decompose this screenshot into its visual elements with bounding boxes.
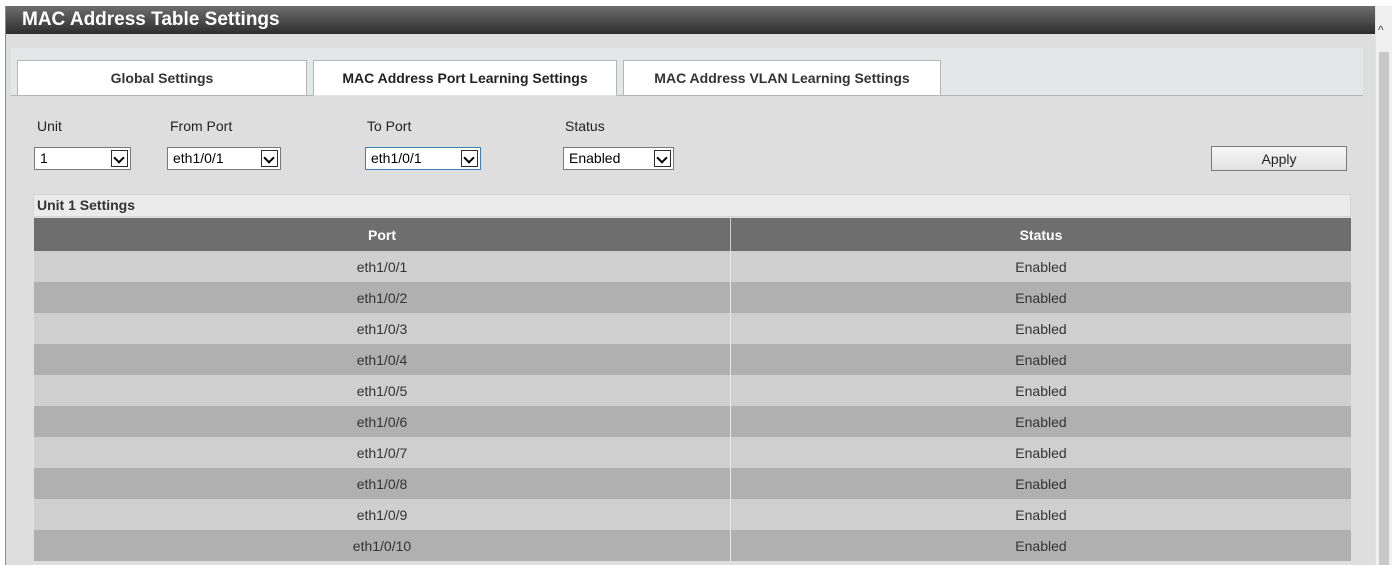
table-row: eth1/0/6 Enabled <box>34 406 1351 437</box>
from-port-label: From Port <box>170 118 233 134</box>
status-cell: Enabled <box>730 344 1351 375</box>
port-cell: eth1/0/9 <box>34 499 731 530</box>
scrollbar-thumb[interactable] <box>1379 52 1389 565</box>
port-cell: eth1/0/10 <box>34 530 731 561</box>
port-cell: eth1/0/6 <box>34 406 731 437</box>
port-cell: eth1/0/8 <box>34 468 731 499</box>
status-label: Status <box>565 118 605 134</box>
table-row: eth1/0/10 Enabled <box>34 530 1351 561</box>
status-cell: Enabled <box>730 375 1351 406</box>
unit-label: Unit <box>37 118 62 134</box>
page-title: MAC Address Table Settings <box>6 6 1377 34</box>
column-header-port: Port <box>34 218 731 251</box>
port-status-table: Port Status eth1/0/1 Enabled eth1/0/2 En… <box>34 218 1351 561</box>
status-select[interactable]: Enabled <box>563 147 674 170</box>
table-row: eth1/0/9 Enabled <box>34 499 1351 530</box>
unit-select-value: 1 <box>40 150 48 166</box>
to-port-select[interactable]: eth1/0/1 <box>365 147 481 170</box>
table-row: eth1/0/3 Enabled <box>34 313 1351 344</box>
port-cell: eth1/0/5 <box>34 375 731 406</box>
table-row: eth1/0/2 Enabled <box>34 282 1351 313</box>
tab-global-settings[interactable]: Global Settings <box>17 60 307 96</box>
scroll-up-arrow-icon[interactable]: ^ <box>1378 24 1384 36</box>
chevron-down-icon[interactable] <box>461 150 478 167</box>
status-cell: Enabled <box>730 499 1351 530</box>
port-cell: eth1/0/2 <box>34 282 731 313</box>
chevron-down-icon[interactable] <box>654 150 671 167</box>
unit-select[interactable]: 1 <box>34 147 131 170</box>
status-cell: Enabled <box>730 282 1351 313</box>
port-cell: eth1/0/1 <box>34 251 731 282</box>
table-row: eth1/0/7 Enabled <box>34 437 1351 468</box>
to-port-label: To Port <box>367 118 412 134</box>
from-port-select-value: eth1/0/1 <box>173 150 224 166</box>
to-port-select-value: eth1/0/1 <box>371 150 422 166</box>
port-cell: eth1/0/3 <box>34 313 731 344</box>
vertical-scrollbar[interactable]: ^ <box>1375 6 1392 565</box>
table-row: eth1/0/5 Enabled <box>34 375 1351 406</box>
tab-mac-address-vlan-learning-settings[interactable]: MAC Address VLAN Learning Settings <box>623 60 941 96</box>
status-cell: Enabled <box>730 313 1351 344</box>
column-header-status: Status <box>730 218 1351 251</box>
table-row: eth1/0/8 Enabled <box>34 468 1351 499</box>
from-port-select[interactable]: eth1/0/1 <box>167 147 281 170</box>
status-cell: Enabled <box>730 530 1351 561</box>
status-cell: Enabled <box>730 251 1351 282</box>
status-cell: Enabled <box>730 437 1351 468</box>
chevron-down-icon[interactable] <box>261 150 278 167</box>
port-cell: eth1/0/4 <box>34 344 731 375</box>
status-cell: Enabled <box>730 406 1351 437</box>
status-cell: Enabled <box>730 468 1351 499</box>
unit-settings-header: Unit 1 Settings <box>33 194 1351 217</box>
table-header-row: Port Status <box>34 218 1351 251</box>
table-row: eth1/0/4 Enabled <box>34 344 1351 375</box>
chevron-down-icon[interactable] <box>111 150 128 167</box>
apply-button[interactable]: Apply <box>1211 146 1347 171</box>
tab-mac-address-port-learning-settings[interactable]: MAC Address Port Learning Settings <box>313 60 617 96</box>
status-select-value: Enabled <box>569 150 621 166</box>
table-row: eth1/0/1 Enabled <box>34 251 1351 282</box>
port-cell: eth1/0/7 <box>34 437 731 468</box>
